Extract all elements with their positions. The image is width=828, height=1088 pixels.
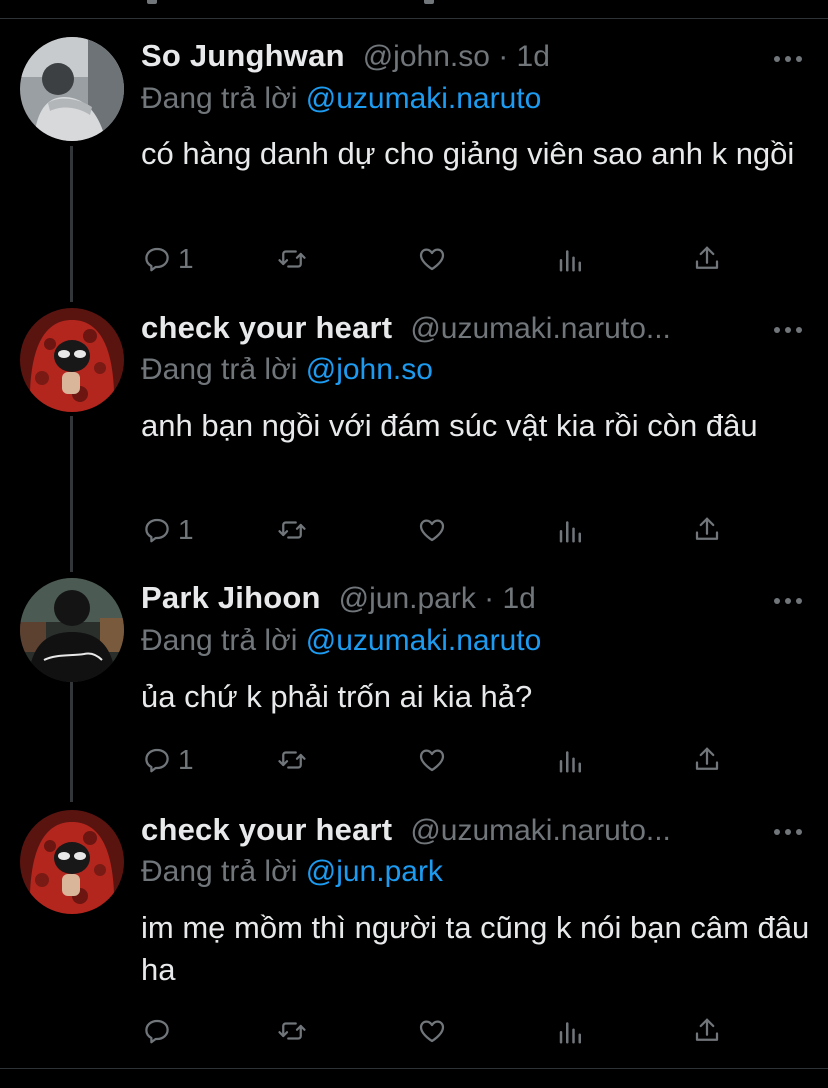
- like-button[interactable]: [417, 241, 447, 277]
- analytics-button[interactable]: [556, 742, 586, 778]
- display-name[interactable]: Park Jihoon: [141, 580, 321, 616]
- mention-link[interactable]: @jun.park: [306, 855, 443, 888]
- heart-icon: [419, 1020, 445, 1043]
- replying-to: Đang trả lời @uzumaki.naruto: [141, 82, 541, 116]
- reply-icon: [145, 748, 169, 773]
- analytics-icon: [559, 250, 581, 272]
- reply-button[interactable]: [142, 1013, 178, 1049]
- share-icon: [695, 1018, 719, 1041]
- analytics-button[interactable]: [556, 512, 586, 548]
- share-icon: [695, 517, 719, 540]
- like-button[interactable]: [417, 742, 447, 778]
- reply-button[interactable]: 1: [142, 742, 194, 778]
- retweet-button[interactable]: [277, 742, 307, 778]
- more-options-icon[interactable]: [774, 52, 802, 66]
- more-options-icon[interactable]: [774, 825, 802, 839]
- analytics-icon: [559, 751, 581, 773]
- share-button[interactable]: [692, 1013, 722, 1049]
- retweet-button[interactable]: [277, 241, 307, 277]
- replying-to: Đang trả lời @john.so: [141, 353, 433, 387]
- reply-icon: [145, 247, 169, 272]
- like-button[interactable]: [417, 1013, 447, 1049]
- avatar[interactable]: [20, 37, 124, 141]
- retweet-icon: [278, 1022, 306, 1040]
- retweet-icon: [278, 751, 306, 769]
- handle-and-time[interactable]: @uzumaki.naruto...: [410, 814, 671, 848]
- thread-line: [70, 676, 73, 802]
- tweet-text: im mẹ mồm thì người ta cũng k nói bạn câ…: [141, 910, 810, 987]
- mention-link[interactable]: @john.so: [306, 353, 433, 386]
- handle-and-time[interactable]: @uzumaki.naruto...: [410, 312, 671, 346]
- replying-label: Đang trả lời: [141, 353, 306, 386]
- more-options-icon[interactable]: [774, 323, 802, 337]
- replying-to: Đang trả lời @uzumaki.naruto: [141, 624, 541, 658]
- retweet-button[interactable]: [277, 512, 307, 548]
- tweet-text: có hàng danh dự cho giảng viên sao anh k…: [141, 136, 795, 171]
- mention-link[interactable]: @uzumaki.naruto: [306, 624, 542, 657]
- share-icon: [695, 246, 719, 269]
- replying-label: Đang trả lời: [141, 82, 306, 115]
- tweet-text: ủa chứ k phải trốn ai kia hả?: [141, 679, 533, 714]
- previous-tweet-fragment: [424, 0, 434, 4]
- heart-icon: [419, 248, 445, 271]
- handle-and-time[interactable]: @jun.park · 1d: [339, 582, 536, 616]
- retweet-icon: [278, 250, 306, 268]
- tweet-actions: 1: [140, 512, 740, 548]
- analytics-icon: [559, 1022, 581, 1044]
- tweet-actions: [140, 1013, 740, 1049]
- display-name[interactable]: check your heart: [141, 310, 392, 346]
- top-divider: [0, 18, 828, 19]
- tweet-text: anh bạn ngồi với đám súc vật kia rồi còn…: [141, 408, 758, 443]
- mention-link[interactable]: @uzumaki.naruto: [306, 82, 542, 115]
- avatar[interactable]: [20, 578, 124, 682]
- display-name[interactable]: So Junghwan: [141, 38, 345, 74]
- thread-line: [70, 146, 73, 302]
- reply-icon: [145, 518, 169, 543]
- bottom-divider: [0, 1068, 828, 1069]
- reply-count: 1: [178, 514, 194, 545]
- analytics-button[interactable]: [556, 241, 586, 277]
- share-button[interactable]: [692, 742, 722, 778]
- replying-label: Đang trả lời: [141, 855, 306, 888]
- heart-icon: [419, 749, 445, 772]
- handle-and-time[interactable]: @john.so · 1d: [363, 40, 550, 74]
- share-button[interactable]: [692, 241, 722, 277]
- retweet-button[interactable]: [277, 1013, 307, 1049]
- reply-icon: [145, 1019, 169, 1044]
- heart-icon: [419, 519, 445, 542]
- avatar[interactable]: [20, 810, 124, 914]
- reply-count: 1: [178, 243, 194, 274]
- previous-tweet-fragment: [147, 0, 157, 4]
- like-button[interactable]: [417, 512, 447, 548]
- avatar[interactable]: [20, 308, 124, 412]
- thread-line: [70, 416, 73, 572]
- display-name[interactable]: check your heart: [141, 812, 392, 848]
- more-options-icon[interactable]: [774, 594, 802, 608]
- reply-button[interactable]: 1: [142, 241, 194, 277]
- share-button[interactable]: [692, 512, 722, 548]
- replying-label: Đang trả lời: [141, 624, 306, 657]
- reply-button[interactable]: 1: [142, 512, 194, 548]
- retweet-icon: [278, 521, 306, 539]
- tweet-actions: 1: [140, 241, 740, 277]
- reply-count: 1: [178, 744, 194, 775]
- tweet-actions: 1: [140, 742, 740, 778]
- analytics-button[interactable]: [556, 1013, 586, 1049]
- replying-to: Đang trả lời @jun.park: [141, 855, 443, 889]
- analytics-icon: [559, 521, 581, 543]
- share-icon: [695, 747, 719, 770]
